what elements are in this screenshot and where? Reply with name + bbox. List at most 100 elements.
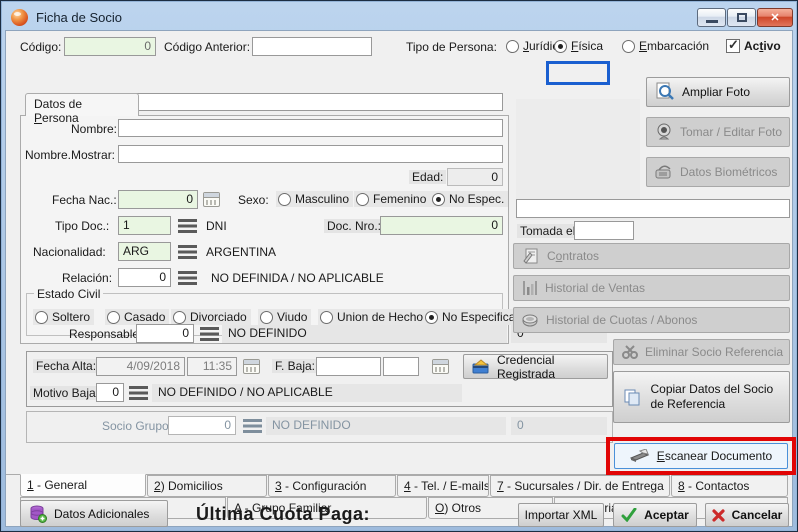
cancelar-button[interactable]: Cancelar <box>705 503 789 527</box>
tab-domicilios[interactable]: 2) Domicilios <box>147 475 267 497</box>
responsable-list-icon[interactable] <box>200 327 219 341</box>
ampliar-foto-button[interactable]: Ampliar Foto <box>646 77 790 107</box>
nombre-field[interactable] <box>118 119 503 137</box>
sexo-label: Sexo: <box>238 193 269 207</box>
eliminar-socio-referencia-button[interactable]: Eliminar Socio Referencia <box>613 339 790 365</box>
fecha-alta-label: Fecha Alta: <box>33 359 99 373</box>
maximize-icon <box>737 13 747 22</box>
radio-union-de-hecho[interactable]: Union de Hecho <box>318 309 427 325</box>
motivo-baja-field[interactable]: 0 <box>96 383 124 402</box>
radio-embarcacion-circle <box>622 40 635 53</box>
radio-soltero[interactable]: Soltero <box>33 309 94 325</box>
copiar-datos-button[interactable]: Copiar Datos del Socio de Referencia <box>613 371 790 423</box>
radio-femenino-circle <box>356 193 369 206</box>
radio-no-espec[interactable]: No Espec. <box>430 191 508 207</box>
radio-soltero-circle <box>35 311 48 324</box>
relacion-desc: NO DEFINIDA / NO APLICABLE <box>211 271 384 285</box>
aceptar-label: Aceptar <box>644 508 689 522</box>
ampliar-foto-label: Ampliar Foto <box>682 85 750 99</box>
radio-viudo-circle <box>260 311 273 324</box>
codigo-field[interactable]: 0 <box>64 37 156 56</box>
f-baja-date-field[interactable] <box>316 357 381 376</box>
radio-casado[interactable]: Casado <box>105 309 169 325</box>
fecha-nac-calendar-icon[interactable] <box>203 192 220 207</box>
historial-ventas-label: Historial de Ventas <box>545 281 645 295</box>
relacion-list-icon[interactable] <box>178 271 197 285</box>
nacionalidad-field[interactable]: ARG <box>118 242 171 261</box>
codigo-label: Código: <box>20 40 61 54</box>
socio-grupo-id: 0 <box>511 417 607 435</box>
codigo-anterior-field[interactable] <box>252 37 372 56</box>
tipo-doc-field[interactable]: 1 <box>118 216 171 235</box>
radio-masculino[interactable]: Masculino <box>276 191 353 207</box>
radio-masculino-circle <box>278 193 291 206</box>
responsable-field[interactable]: 0 <box>136 324 194 343</box>
broken-link-icon <box>622 345 638 359</box>
radio-no-espec-label: No Espec. <box>449 192 504 206</box>
historial-cuotas-button[interactable]: Historial de Cuotas / Abonos <box>513 307 790 333</box>
tipo-doc-label: Tipo Doc.: <box>55 219 109 233</box>
maximize-button[interactable] <box>727 8 756 27</box>
radio-embarcacion[interactable]: Embarcación <box>620 38 713 54</box>
radio-no-especificado-circle <box>425 311 438 324</box>
relacion-field[interactable]: 0 <box>118 268 171 287</box>
database-add-icon <box>29 505 47 523</box>
tab-contactos[interactable]: 8 - Contactos <box>671 475 788 497</box>
tab-tel-emails[interactable]: 4 - Tel. / E-mails <box>397 475 489 497</box>
tomar-editar-foto-button[interactable]: Tomar / Editar Foto <box>646 117 790 147</box>
fecha-nac-field[interactable]: 0 <box>118 190 198 209</box>
tab-tel-emails-label: 4 - Tel. / E-mails <box>404 479 489 493</box>
f-baja-time-field[interactable] <box>383 357 419 376</box>
minimize-button[interactable] <box>697 8 726 27</box>
responsable-label: Responsable: <box>69 327 142 341</box>
tomar-editar-foto-label: Tomar / Editar Foto <box>680 125 782 139</box>
nacionalidad-label: Nacionalidad: <box>33 245 106 259</box>
ultima-cuota-paga-label: Última Cuota Paga: <box>196 504 370 525</box>
tab-general[interactable]: 1 - General <box>20 474 146 497</box>
app-icon <box>11 9 28 26</box>
nacionalidad-list-icon[interactable] <box>178 245 197 259</box>
fecha-alta-calendar-icon[interactable] <box>243 359 260 374</box>
cancelar-label: Cancelar <box>732 508 783 522</box>
credencial-registrada-button[interactable]: Credencial Registrada <box>463 354 608 379</box>
nombre-mostrar-field[interactable] <box>118 145 503 163</box>
historial-cuotas-label: Historial de Cuotas / Abonos <box>546 313 697 327</box>
tab-sucursales[interactable]: 7 - Sucursales / Dir. de Entrega <box>490 475 670 497</box>
f-baja-calendar-icon[interactable] <box>432 359 449 374</box>
check-icon <box>621 508 637 522</box>
tab-configuracion[interactable]: 3 - Configuración <box>268 475 396 497</box>
title-bar[interactable]: Ficha de Socio ✕ <box>5 4 793 30</box>
nombre-mostrar-label: Nombre.Mostrar: <box>25 148 115 162</box>
doc-nro-field[interactable]: 0 <box>380 216 503 235</box>
foto-path-field[interactable] <box>516 199 790 218</box>
activo-checkbox-box <box>726 39 740 53</box>
tipo-doc-list-icon[interactable] <box>178 219 197 233</box>
close-button[interactable]: ✕ <box>757 8 793 27</box>
codigo-anterior-label: Código Anterior: <box>164 40 250 54</box>
datos-biometricos-button[interactable]: Datos Biométricos <box>646 157 790 187</box>
tab-datos-de-persona[interactable]: Datos de Persona <box>25 93 139 116</box>
window-title: Ficha de Socio <box>36 10 122 25</box>
contratos-button[interactable]: Contratos <box>513 243 790 269</box>
importar-xml-button[interactable]: Importar XML <box>518 503 604 527</box>
apellido-field[interactable] <box>118 93 503 111</box>
radio-femenino[interactable]: Femenino <box>354 191 430 207</box>
radio-union-circle <box>320 311 333 324</box>
datos-biometricos-label: Datos Biométricos <box>680 165 777 179</box>
radio-divorciado[interactable]: Divorciado <box>171 309 251 325</box>
datos-adicionales-label: Datos Adicionales <box>54 507 149 521</box>
radio-fisica[interactable]: Física <box>552 38 607 54</box>
bar-chart-icon <box>522 280 538 296</box>
radio-viudo-label: Viudo <box>277 310 307 324</box>
historial-ventas-button[interactable]: Historial de Ventas <box>513 275 790 301</box>
x-icon <box>712 509 725 522</box>
escanear-documento-button[interactable]: Escanear Documento <box>614 443 788 469</box>
radio-viudo[interactable]: Viudo <box>258 309 311 325</box>
doc-nro-label: Doc. Nro.: <box>324 219 384 233</box>
motivo-baja-list-icon[interactable] <box>129 386 148 400</box>
aceptar-button[interactable]: Aceptar <box>613 503 697 527</box>
activo-checkbox[interactable]: Activo <box>724 38 785 54</box>
copy-icon <box>623 388 641 406</box>
datos-adicionales-button[interactable]: Datos Adicionales <box>20 500 168 527</box>
fecha-nac-label: Fecha Nac.: <box>52 193 117 207</box>
